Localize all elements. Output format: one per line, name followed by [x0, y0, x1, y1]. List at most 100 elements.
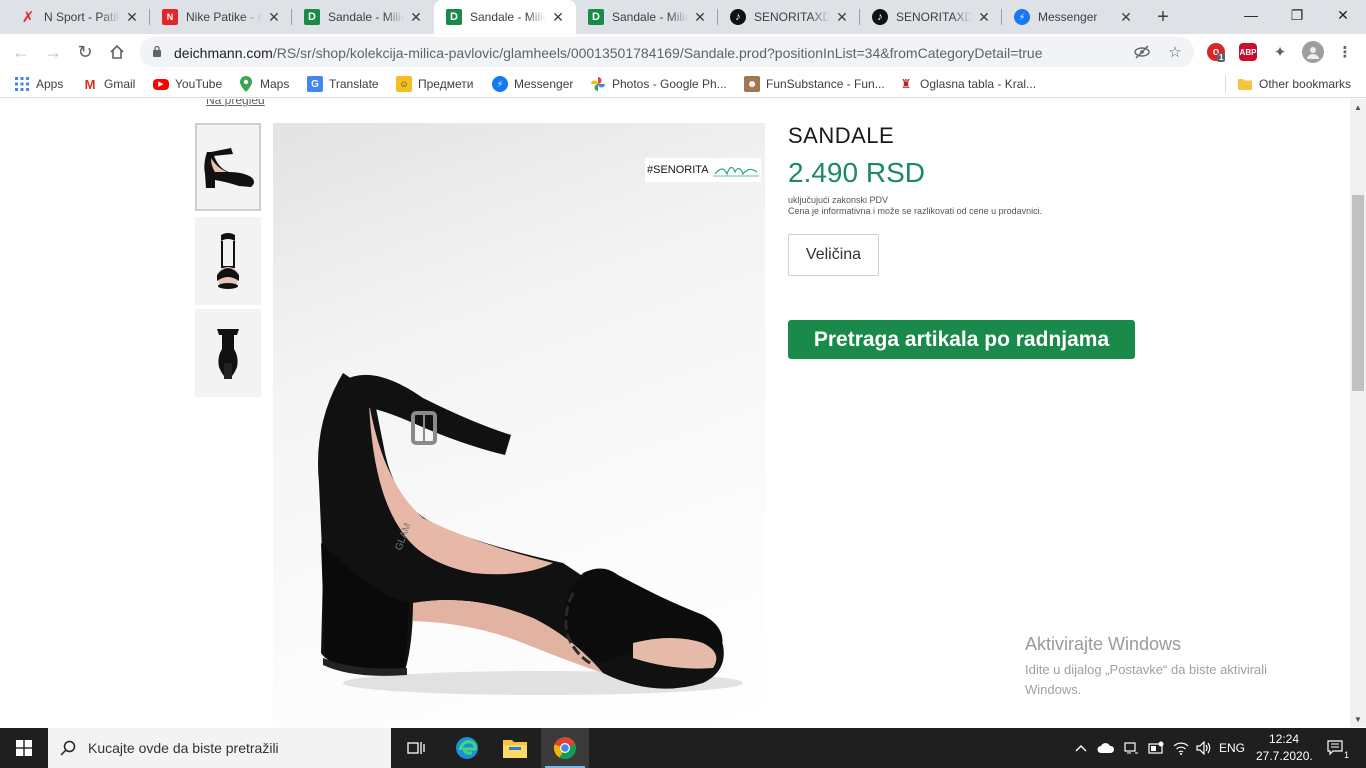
tab-senorita-2[interactable]: ♪ SENORITAXDEI ✕	[860, 0, 1002, 34]
new-tab-button[interactable]: +	[1151, 5, 1175, 29]
folder-icon	[503, 740, 527, 758]
bookmark-predmeti[interactable]: ☺ Предмети	[396, 75, 473, 93]
size-select-button[interactable]: Veličina	[788, 234, 879, 276]
taskbar-search-box[interactable]: Kucajte ovde da biste pretražili	[48, 728, 391, 768]
tab-messenger[interactable]: ⚡ Messenger ✕	[1002, 0, 1144, 34]
scroll-down-arrow[interactable]: ▼	[1350, 711, 1366, 727]
taskbar-edge[interactable]	[443, 728, 491, 768]
sandal-thumbnail-image	[217, 329, 239, 379]
network-adapter-icon[interactable]	[1120, 728, 1142, 768]
clock-date: 27.7.2020.	[1256, 749, 1313, 763]
tab-nsport[interactable]: ✗ N Sport - Patike ✕	[8, 0, 150, 34]
language-indicator[interactable]: ENG	[1216, 728, 1248, 768]
bookmark-oglasna-tabla[interactable]: ♜ Oglasna tabla - Kral...	[898, 75, 1036, 93]
tab-strip: ✗ N Sport - Patike ✕ N Nike Patike - sve…	[0, 0, 1366, 34]
battery-alert-icon[interactable]	[1145, 728, 1167, 768]
taskbar-chrome[interactable]	[541, 728, 589, 768]
lock-icon	[153, 45, 161, 57]
chrome-icon	[553, 737, 577, 760]
bookmark-photos[interactable]: Photos - Google Ph...	[590, 75, 727, 93]
tab-title: SENORITAXDEI	[896, 10, 972, 24]
clock-time: 12:24	[1268, 732, 1300, 746]
scroll-up-arrow[interactable]: ▲	[1350, 99, 1366, 115]
bookmark-other[interactable]: Other bookmarks	[1237, 75, 1351, 93]
bookmarks-bar: Apps M Gmail ▶ YouTube Maps G Translate …	[0, 70, 1366, 98]
start-button[interactable]	[0, 728, 48, 768]
nike-icon: N	[162, 9, 178, 25]
home-icon	[110, 44, 124, 59]
bookmark-label: Maps	[260, 77, 290, 91]
tab-sandale-1[interactable]: D Sandale - Milica ✕	[292, 0, 434, 34]
tab-sandale-3[interactable]: D Sandale - Milica ✕	[576, 0, 718, 34]
photos-icon	[590, 76, 606, 92]
thumbnail-front-view[interactable]	[195, 217, 261, 305]
tab-sandale-active[interactable]: D Sandale - Milica ✕	[434, 0, 576, 34]
bookmark-label: Oglasna tabla - Kral...	[920, 77, 1037, 91]
back-button[interactable]: ←	[8, 39, 34, 65]
bookmark-label: FunSubstance - Fun...	[766, 77, 885, 91]
close-icon[interactable]: ✕	[692, 9, 708, 25]
close-icon[interactable]: ✕	[550, 9, 566, 25]
tab-nike[interactable]: N Nike Patike - sve ✕	[150, 0, 292, 34]
abp-label: ABP	[1239, 47, 1257, 57]
bookmark-youtube[interactable]: ▶ YouTube	[153, 75, 222, 93]
bookmark-gmail[interactable]: M Gmail	[82, 75, 136, 93]
adblock-extension-icon[interactable]: ABP	[1239, 43, 1257, 61]
bookmark-maps[interactable]: Maps	[238, 75, 289, 93]
edge-icon	[456, 737, 478, 759]
product-main-image[interactable]: GLAM #SENORITA	[273, 123, 765, 727]
scroll-thumb[interactable]	[1352, 195, 1364, 391]
sandal-thumbnail-image	[217, 233, 239, 289]
minimize-button[interactable]: —	[1228, 0, 1274, 30]
close-icon[interactable]: ✕	[124, 9, 140, 25]
messenger-icon: ⚡	[1014, 9, 1030, 25]
url-text: deichmann.com/RS/sr/shop/kolekcija-milic…	[174, 45, 1043, 61]
avatar[interactable]	[1302, 41, 1324, 63]
bookmark-label: Photos - Google Ph...	[612, 77, 727, 91]
thumbnail-side-view[interactable]	[195, 123, 261, 211]
restore-button[interactable]: ❐	[1274, 0, 1320, 30]
close-icon[interactable]: ✕	[266, 9, 282, 25]
opera-extension-icon[interactable]: O 1	[1207, 43, 1226, 62]
bookmark-messenger[interactable]: ⚡ Messenger	[492, 75, 573, 93]
maps-icon	[238, 76, 254, 92]
close-icon[interactable]: ✕	[976, 9, 992, 25]
close-icon[interactable]: ✕	[1118, 9, 1134, 25]
tab-title: N Sport - Patike	[44, 10, 120, 24]
bookmark-translate[interactable]: G Translate	[307, 75, 379, 93]
taskbar-file-explorer[interactable]	[491, 728, 539, 768]
tiktok-icon: ♪	[730, 9, 746, 25]
tab-senorita-1[interactable]: ♪ SENORITAXDEI ✕	[718, 0, 860, 34]
clock[interactable]: 12:24 27.7.2020.	[1256, 731, 1313, 765]
home-button[interactable]	[104, 39, 130, 65]
menu-icon[interactable]: ⋮	[1336, 43, 1354, 61]
forward-button[interactable]: →	[40, 39, 66, 65]
address-bar[interactable]: deichmann.com/RS/sr/shop/kolekcija-milic…	[140, 37, 1194, 67]
puzzle-icon[interactable]: ✦	[1271, 43, 1289, 61]
bookmark-label: Other bookmarks	[1259, 77, 1352, 91]
apps-grid-icon	[14, 76, 30, 92]
store-search-button[interactable]: Pretraga artikala po radnjama	[788, 320, 1135, 359]
close-icon[interactable]: ✕	[408, 9, 424, 25]
task-view-button[interactable]	[392, 728, 440, 768]
star-icon[interactable]: ☆	[1167, 44, 1183, 61]
notification-center-icon[interactable]: 1	[1318, 728, 1354, 768]
deichmann-icon: D	[446, 9, 462, 25]
tray-chevron-up-icon[interactable]	[1072, 728, 1090, 768]
thumbnail-back-view[interactable]	[195, 309, 261, 397]
eye-off-icon[interactable]	[1134, 44, 1150, 60]
reload-button[interactable]: ↻	[72, 39, 98, 65]
back-to-overview-link[interactable]: Na pregled	[206, 99, 265, 107]
page-scrollbar[interactable]: ▲ ▼	[1350, 99, 1366, 727]
close-icon[interactable]: ✕	[834, 9, 850, 25]
badge-text: #SENORITA	[647, 164, 709, 176]
onedrive-icon[interactable]	[1095, 728, 1117, 768]
task-view-icon	[407, 742, 425, 754]
wifi-icon[interactable]	[1170, 728, 1192, 768]
bookmark-funsubstance[interactable]: ☻ FunSubstance - Fun...	[744, 75, 885, 93]
close-window-button[interactable]: ✕	[1320, 0, 1366, 30]
tab-title: Nike Patike - sve	[186, 10, 262, 24]
windows-logo-icon	[16, 740, 32, 756]
volume-icon[interactable]	[1193, 728, 1215, 768]
bookmark-apps[interactable]: Apps	[14, 75, 63, 93]
